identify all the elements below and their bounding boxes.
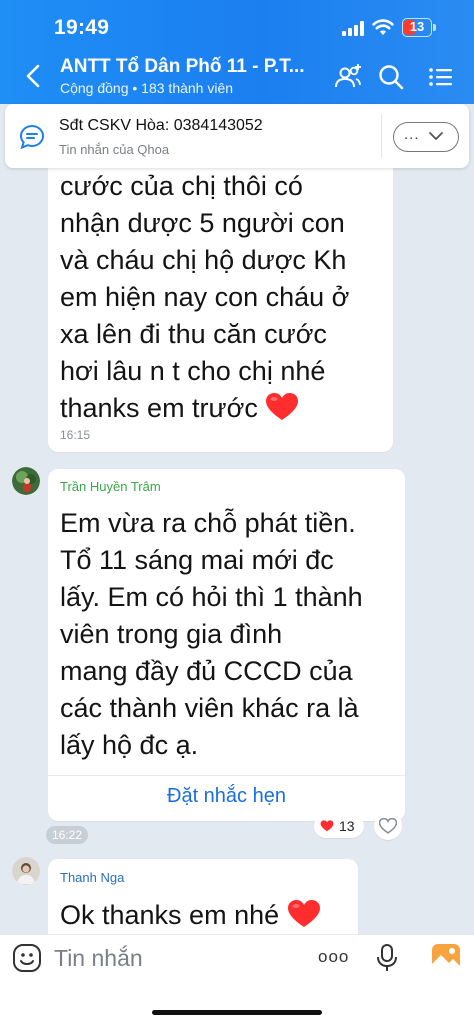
- more-options-button[interactable]: ooo: [318, 947, 349, 967]
- message-input[interactable]: Tin nhắn: [54, 945, 143, 972]
- chevron-down-icon: [429, 132, 443, 140]
- message-line-text: Ok thanks em nhé: [60, 900, 280, 930]
- message-line: Ok thanks em nhé: [60, 897, 321, 934]
- red-heart-icon: [266, 392, 299, 420]
- search-icon[interactable]: [376, 62, 406, 92]
- react-heart-button[interactable]: [374, 812, 402, 840]
- status-bar: 19:49 13: [0, 0, 474, 54]
- pinned-message-bar[interactable]: Sđt CSKV Hòa: 0384143052 Tin nhắn của Qh…: [5, 104, 469, 168]
- wifi-icon: [372, 19, 394, 35]
- pinned-expand-button[interactable]: ...: [393, 122, 459, 152]
- red-heart-icon: [320, 820, 334, 832]
- back-chevron-icon[interactable]: [20, 62, 48, 90]
- message-line: lấy. Em có hỏi thì 1 thành: [60, 582, 363, 612]
- message-line: thanks em trước: [60, 390, 390, 427]
- message-text: cước của chị thôi có nhận dược 5 người c…: [60, 168, 390, 427]
- message-line: và cháu chị hộ dược Kh: [60, 245, 347, 275]
- pinned-more-label: ...: [404, 126, 420, 143]
- avatar[interactable]: [12, 857, 40, 885]
- chat-header: 19:49 13 ANTT Tổ Dân Phố 11 - P.T... Cộn…: [0, 0, 474, 104]
- pinned-divider: [381, 114, 382, 158]
- home-indicator: [152, 1010, 322, 1015]
- message-timestamp: 16:15: [60, 428, 91, 442]
- message-line-text: thanks em trước: [60, 393, 258, 423]
- battery-tip: [433, 24, 436, 31]
- message-line: Tổ 11 sáng mai mới đc: [60, 545, 334, 575]
- list-menu-icon[interactable]: [426, 62, 456, 92]
- cellular-signal-icon: [342, 21, 366, 36]
- status-time: 19:49: [54, 16, 110, 39]
- chat-subtitle[interactable]: Cộng đồng • 183 thành viên: [60, 80, 233, 96]
- message-line: nhận dược 5 người con: [60, 208, 345, 238]
- set-reminder-button[interactable]: Đặt nhắc hẹn: [48, 785, 405, 808]
- message-text: Em vừa ra chỗ phát tiền. Tổ 11 sáng mai …: [60, 505, 400, 764]
- message-line: hơi lâu n t cho chị nhé: [60, 356, 326, 386]
- sender-name[interactable]: Trần Huyền Trâm: [60, 479, 161, 494]
- sender-name[interactable]: Thanh Nga: [60, 870, 124, 885]
- battery-icon: 13: [402, 18, 432, 37]
- microphone-icon[interactable]: [376, 943, 398, 973]
- message-line: viên trong gia đình: [60, 619, 283, 649]
- heart-outline-icon: [379, 818, 397, 834]
- emoji-sticker-icon[interactable]: [12, 943, 42, 973]
- reaction-summary[interactable]: 13: [314, 814, 364, 838]
- avatar[interactable]: [12, 467, 40, 495]
- red-heart-icon: [287, 899, 320, 927]
- add-member-icon[interactable]: [333, 62, 363, 92]
- message-line: em hiện nay con cháu ở: [60, 282, 350, 312]
- message-line: các thành viên khác ra là: [60, 693, 359, 723]
- photo-gallery-icon[interactable]: [430, 942, 462, 972]
- avatar-photo-icon: [12, 467, 40, 495]
- message-line: cước của chị thôi có: [60, 171, 303, 201]
- bubble-divider: [48, 775, 405, 776]
- message-line: lấy hộ đc ạ.: [60, 730, 199, 760]
- reaction-count: 13: [339, 818, 355, 834]
- message-line: Em vừa ra chỗ phát tiền.: [60, 508, 356, 538]
- message-line: xa lên đi thu căn cước: [60, 319, 327, 349]
- pinned-subtitle: Tin nhắn của Qhoa: [59, 142, 170, 157]
- chat-title[interactable]: ANTT Tổ Dân Phố 11 - P.T...: [60, 56, 320, 78]
- avatar-photo-icon: [12, 857, 40, 885]
- battery-level: 13: [409, 19, 425, 34]
- chat-bubble-icon: [19, 124, 45, 150]
- message-bubble[interactable]: Trần Huyền Trâm Em vừa ra chỗ phát tiền.…: [48, 469, 405, 821]
- pinned-title: Sđt CSKV Hòa: 0384143052: [59, 117, 263, 134]
- message-timestamp: 16:22: [46, 826, 89, 844]
- message-line: mang đầy đủ CCCD của: [60, 656, 353, 686]
- message-bubble[interactable]: cước của chị thôi có nhận dược 5 người c…: [48, 160, 393, 452]
